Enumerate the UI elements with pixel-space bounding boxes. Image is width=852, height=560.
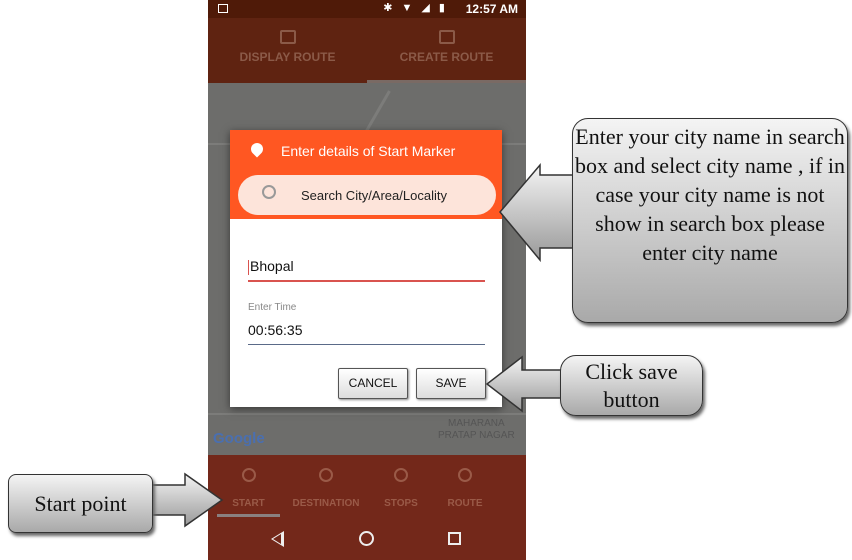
save-instruction-callout: Click save button <box>560 355 703 416</box>
start-point-callout: Start point <box>8 474 153 533</box>
search-instruction-callout: Enter your city name in search box and s… <box>572 118 848 323</box>
arrow-to-search <box>499 162 575 263</box>
arrow-to-save <box>485 355 563 413</box>
arrow-to-start <box>150 472 224 528</box>
